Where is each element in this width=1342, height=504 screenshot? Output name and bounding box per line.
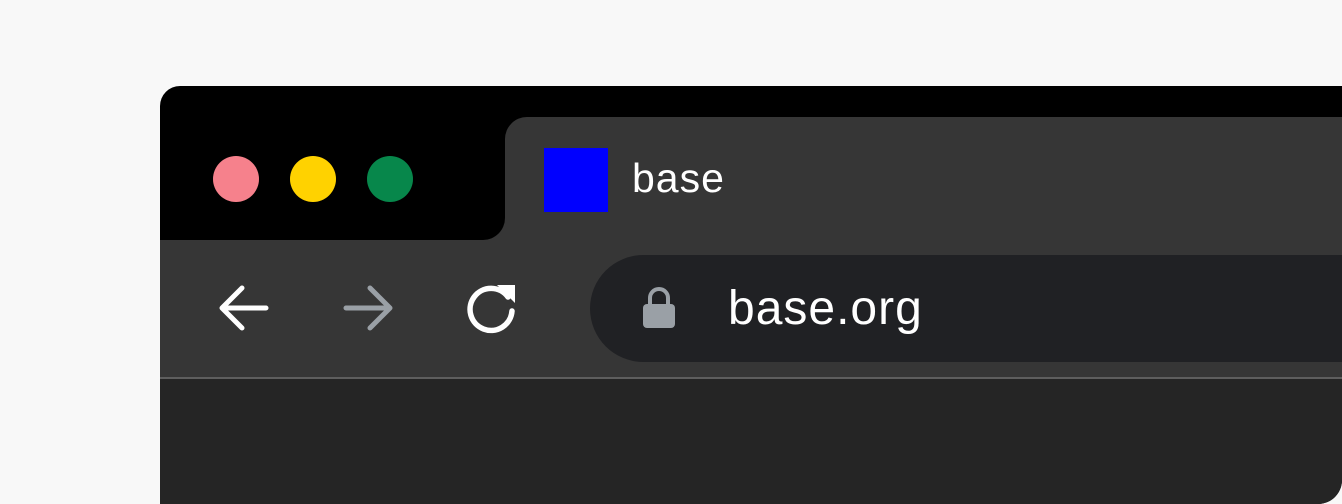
arrow-right-icon [343,285,393,331]
forward-button[interactable] [336,276,400,340]
favicon-icon [544,148,608,212]
tab-title: base [632,155,725,201]
tab-active[interactable] [505,117,1342,241]
url-text[interactable]: base.org [728,279,923,339]
page-content [160,379,1342,504]
close-dot-icon[interactable] [213,156,259,202]
back-button[interactable] [212,276,276,340]
reload-icon [467,285,515,334]
reload-button[interactable] [459,276,523,340]
lock-icon [643,287,675,328]
tab-corner [475,210,505,240]
arrow-left-icon [219,285,269,331]
screenshot-frame: base base.org [0,0,1342,504]
minimize-dot-icon[interactable] [290,156,336,202]
toolbar-divider [160,377,1342,379]
browser-window: base base.org [160,86,1342,504]
address-bar[interactable]: base.org [590,255,1342,362]
maximize-dot-icon[interactable] [367,156,413,202]
